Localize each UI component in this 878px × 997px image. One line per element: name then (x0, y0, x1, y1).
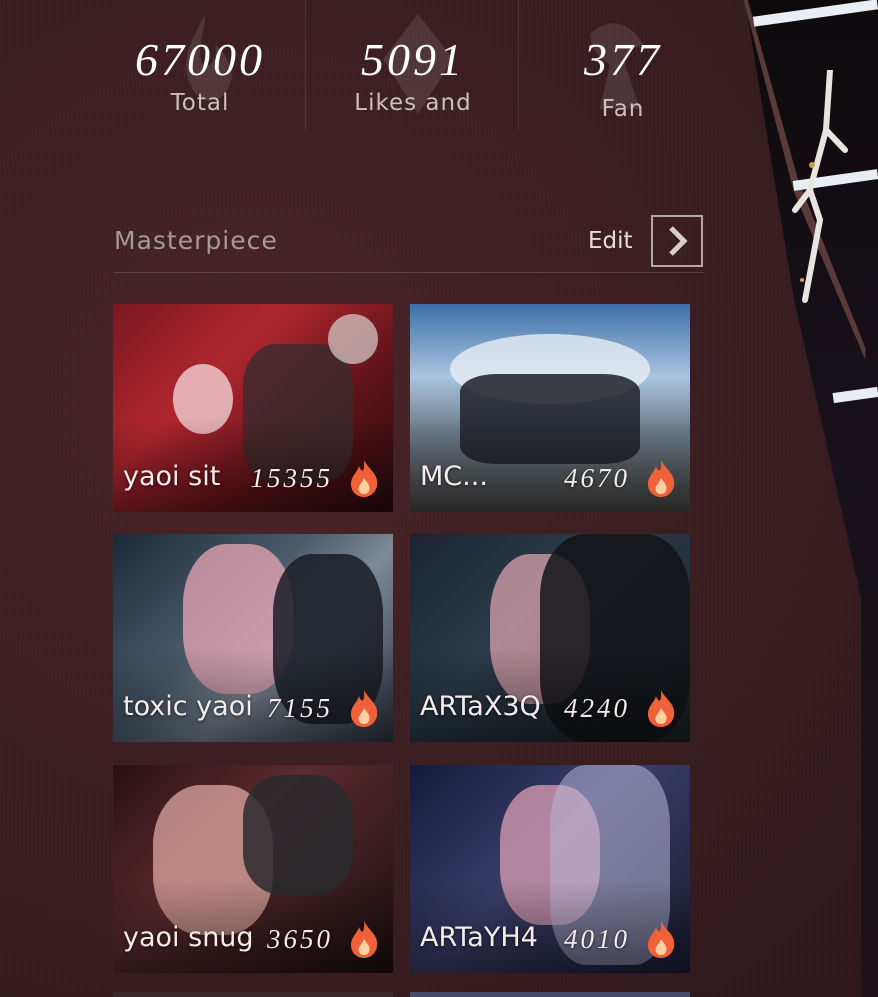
card-title: toxic yaoi (123, 691, 253, 722)
stat-fans-label: Fan (601, 96, 645, 122)
stats-bar: 67000 Total 5091 Likes and 377 Fan (100, 0, 700, 150)
next-row-card-edge (113, 992, 393, 997)
work-card[interactable]: MC... 4670 (410, 304, 690, 512)
card-heat-count: 4670 (564, 463, 630, 493)
card-title: ARTaYH4 (420, 922, 538, 953)
card-heat-count: 4240 (564, 693, 630, 723)
stat-total-label: Total (170, 90, 230, 116)
flame-icon (351, 690, 378, 727)
stat-divider (518, 0, 519, 130)
flame-icon (351, 921, 378, 958)
card-title: yaoi sit (123, 461, 221, 492)
edit-button[interactable] (651, 215, 703, 267)
side-figure-icon (792, 70, 848, 303)
stat-fans: 377 Fan (523, 30, 723, 122)
flame-icon (648, 460, 675, 497)
card-heat-count: 3650 (267, 924, 333, 954)
card-title: yaoi snug (123, 922, 254, 953)
stat-divider (305, 0, 306, 130)
stat-likes-label: Likes and (354, 90, 472, 116)
work-card[interactable]: ARTaX3Q 4240 (410, 534, 690, 742)
work-card[interactable]: yaoi snug 3650 (113, 765, 393, 973)
stat-fans-value: 377 (584, 34, 662, 85)
flame-icon (648, 921, 675, 958)
work-card[interactable]: toxic yaoi 7155 (113, 534, 393, 742)
card-title: ARTaX3Q (420, 691, 541, 722)
next-row-card-edge (410, 992, 690, 997)
section-title: Masterpiece (114, 226, 278, 255)
card-heat-count: 4010 (564, 924, 630, 954)
work-card[interactable]: yaoi sit 15355 (113, 304, 393, 512)
section-divider (114, 272, 704, 273)
stat-total: 67000 Total (100, 30, 300, 116)
stat-total-value: 67000 (135, 34, 265, 85)
work-card[interactable]: ARTaYH4 4010 (410, 765, 690, 973)
flame-icon (351, 460, 378, 497)
card-heat-count: 7155 (267, 693, 333, 723)
stat-likes: 5091 Likes and (313, 30, 513, 116)
stat-likes-value: 5091 (361, 34, 465, 85)
card-title: MC... (420, 461, 488, 492)
flame-icon (648, 690, 675, 727)
card-heat-count: 15355 (250, 463, 333, 493)
edit-label[interactable]: Edit (588, 228, 633, 254)
chevron-right-icon (669, 226, 688, 256)
